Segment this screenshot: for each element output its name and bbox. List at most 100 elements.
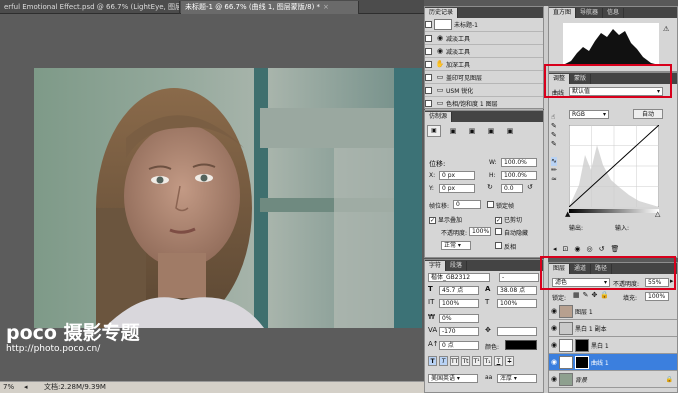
warning-icon[interactable]: ⚠: [663, 25, 669, 34]
small-caps-icon[interactable]: Tt: [461, 356, 470, 366]
font-family-select[interactable]: 楷体_GB2312: [428, 273, 490, 282]
history-item[interactable]: ✋ 加深工具: [425, 58, 543, 71]
history-item[interactable]: ▭ 色相/饱和度 1 图层: [425, 97, 543, 110]
layer-row[interactable]: ◉ 黑白 1: [549, 337, 677, 354]
frame-offset-field[interactable]: 0: [453, 200, 481, 209]
tab-clone-source[interactable]: 仿制源: [425, 112, 453, 122]
layer-row-selected[interactable]: ◉ 曲线 1: [549, 354, 677, 371]
white-point-eyedropper-icon[interactable]: ✎: [551, 140, 557, 149]
mask-thumbnail[interactable]: [575, 355, 589, 369]
clone-source-5-icon[interactable]: ▣: [503, 127, 517, 136]
tab-navigator[interactable]: 导航器: [576, 8, 604, 18]
mask-thumbnail[interactable]: [575, 338, 589, 352]
history-item[interactable]: ◉ 减淡工具: [425, 32, 543, 45]
tracking-field[interactable]: 0%: [439, 314, 479, 323]
layer-row[interactable]: ◉ 黑白 1 副本: [549, 320, 677, 337]
hand-icon[interactable]: ☝: [551, 113, 555, 122]
layer-row[interactable]: ◉ 图层 1: [549, 303, 677, 320]
document-tab-2[interactable]: 未标题-1 @ 66.7% (曲线 1, 图层蒙版/8) * ×: [181, 1, 359, 14]
canvas-area[interactable]: poco 摄影专题 http://photo.poco.cn/: [0, 14, 424, 381]
smooth-icon[interactable]: ≈: [551, 175, 557, 184]
reset-icon[interactable]: ↺: [527, 183, 533, 192]
history-item[interactable]: ▭ 盖印可见图层: [425, 71, 543, 84]
history-item[interactable]: ▭ USM 锐化: [425, 84, 543, 97]
history-snapshot[interactable]: 未标题-1: [425, 18, 543, 32]
layer-row[interactable]: ◉ 背景 🔒: [549, 371, 677, 388]
checkbox-icon[interactable]: [425, 47, 432, 55]
checkbox-icon[interactable]: [425, 60, 432, 68]
pencil-icon[interactable]: ✏: [551, 166, 557, 175]
tab-info[interactable]: 信息: [603, 8, 625, 18]
tab-history[interactable]: 历史记录: [425, 8, 459, 18]
eye-icon[interactable]: ◉: [549, 307, 559, 315]
lock-position-icon[interactable]: ✥: [592, 291, 598, 300]
overlay-blend-select[interactable]: 正常 ▾: [441, 241, 471, 250]
fill-field[interactable]: 100%: [645, 292, 669, 301]
back-arrow-icon[interactable]: ◂: [553, 245, 557, 254]
tab-character[interactable]: 字符: [425, 261, 447, 271]
lock-all-icon[interactable]: 🔒: [600, 291, 609, 300]
kerning-field[interactable]: -170: [439, 327, 479, 336]
lock-frame-checkbox[interactable]: [487, 201, 494, 208]
horizontal-scale-field[interactable]: 100%: [497, 299, 537, 308]
kerning-mode-select[interactable]: [497, 327, 537, 336]
eye-icon[interactable]: ◉: [549, 375, 559, 383]
underline-icon[interactable]: T: [494, 356, 503, 366]
checkbox-icon[interactable]: [425, 99, 432, 107]
text-color-swatch[interactable]: [505, 340, 537, 350]
document-tab-1[interactable]: erful Emotional Effect.psd @ 66.7% (Ligh…: [0, 1, 180, 14]
white-slider-icon[interactable]: △: [655, 210, 660, 219]
curve-point-tool-icon[interactable]: ∿: [551, 157, 557, 166]
superscript-icon[interactable]: T¹: [472, 356, 481, 366]
antialias-select[interactable]: 浑厚 ▾: [497, 374, 537, 383]
overlay-opacity-field[interactable]: 100%: [469, 227, 491, 236]
clone-source-1-icon[interactable]: ▣: [427, 125, 441, 137]
baseline-shift-field[interactable]: 0 点: [439, 341, 479, 350]
reset-icon[interactable]: ↺: [599, 245, 605, 254]
status-arrow-icon[interactable]: ◂: [24, 382, 28, 393]
faux-italic-icon[interactable]: T: [439, 356, 448, 366]
checkbox-icon[interactable]: [425, 34, 432, 42]
lock-transparent-icon[interactable]: ▦: [573, 291, 580, 300]
tab-histogram[interactable]: 直方图: [549, 8, 577, 18]
y-offset-field[interactable]: 0 px: [439, 184, 475, 193]
close-icon[interactable]: ×: [323, 3, 329, 11]
auto-button[interactable]: 自动: [633, 109, 663, 119]
eye-icon[interactable]: ◉: [549, 341, 559, 349]
clone-source-2-icon[interactable]: ▣: [446, 127, 460, 136]
tab-paragraph[interactable]: 段落: [446, 261, 468, 271]
font-size-field[interactable]: 45.7 点: [439, 286, 479, 295]
subscript-icon[interactable]: T₁: [483, 356, 492, 366]
clone-source-4-icon[interactable]: ▣: [484, 127, 498, 136]
auto-hide-checkbox[interactable]: [495, 228, 502, 235]
checkbox-icon[interactable]: [425, 73, 432, 81]
height-scale-field[interactable]: 100.0%: [501, 171, 537, 180]
clip-icon[interactable]: ⊡: [563, 245, 569, 254]
view-previous-icon[interactable]: ◎: [587, 245, 593, 254]
clipped-checkbox[interactable]: ✓: [495, 217, 502, 224]
black-slider-icon[interactable]: ▲: [565, 210, 570, 219]
leading-field[interactable]: 38.08 点: [497, 286, 537, 295]
visibility-icon[interactable]: ◉: [574, 245, 580, 254]
vertical-scale-field[interactable]: 100%: [439, 299, 479, 308]
faux-bold-icon[interactable]: T: [428, 356, 437, 366]
channel-select[interactable]: RGB ▾: [569, 110, 609, 119]
lock-image-icon[interactable]: ✎: [583, 291, 589, 300]
checkbox-icon[interactable]: [425, 86, 432, 94]
curves-graph[interactable]: [569, 125, 659, 207]
strikethrough-icon[interactable]: T: [505, 356, 514, 366]
all-caps-icon[interactable]: TT: [450, 356, 459, 366]
language-select[interactable]: 美国英语 ▾: [428, 374, 478, 383]
gray-point-eyedropper-icon[interactable]: ✎: [551, 131, 557, 140]
black-point-eyedropper-icon[interactable]: ✎: [551, 122, 557, 131]
width-scale-field[interactable]: 100.0%: [501, 158, 537, 167]
checkbox-icon[interactable]: [425, 21, 432, 28]
font-style-select[interactable]: -: [499, 273, 539, 282]
history-item[interactable]: ◉ 减淡工具: [425, 45, 543, 58]
show-overlay-checkbox[interactable]: ✓: [429, 217, 436, 224]
invert-checkbox[interactable]: [495, 242, 502, 249]
eye-icon[interactable]: ◉: [549, 324, 559, 332]
angle-field[interactable]: 0.0: [501, 184, 523, 193]
eye-icon[interactable]: ◉: [549, 358, 559, 366]
portrait-photo[interactable]: [34, 68, 422, 328]
